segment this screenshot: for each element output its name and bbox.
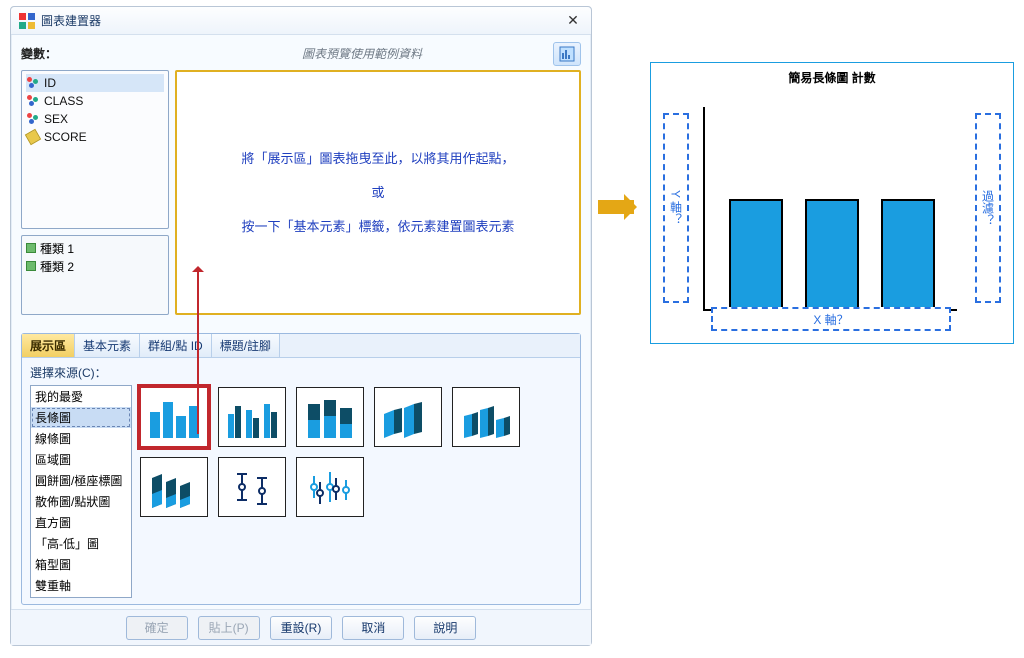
bar-3d-icon <box>380 394 436 440</box>
chart-thumb-clustered-bar[interactable] <box>218 387 286 447</box>
tab-body: 選擇來源(C)： 我的最愛 長條圖 線條圖 區域圖 圓餅圖/極座標圖 散佈圖/點… <box>22 358 580 604</box>
annotation-arrow-up <box>197 270 199 434</box>
paste-button[interactable]: 貼上(P) <box>198 616 260 640</box>
variable-item[interactable]: ID <box>26 74 164 92</box>
chart-type-item[interactable]: 線條圖 <box>31 428 131 449</box>
titlebar: 圖表建置器 ✕ <box>11 7 591 35</box>
dialog-button-row: 確定 貼上(P) 重設(R) 取消 說明 <box>11 609 591 645</box>
chart-thumb-3d-stacked[interactable] <box>140 457 208 517</box>
ok-button[interactable]: 確定 <box>126 616 188 640</box>
bar-icon <box>146 394 202 440</box>
close-icon[interactable]: ✕ <box>563 12 583 30</box>
scale-icon <box>26 131 40 143</box>
tab-basic-elements[interactable]: 基本元素 <box>75 334 140 357</box>
thumbnail-grid <box>140 385 572 598</box>
nominal-icon <box>26 113 40 125</box>
error-bar-icon <box>224 464 280 510</box>
chart-canvas-dropzone[interactable]: 將「展示區」圖表拖曳至此，以將其用作起點， 或 按一下「基本元素」標籤，依元素建… <box>175 70 581 315</box>
reset-button[interactable]: 重設(R) <box>270 616 333 640</box>
chart-type-list[interactable]: 我的最愛 長條圖 線條圖 區域圖 圓餅圖/極座標圖 散佈圖/點狀圖 直方圖 「高… <box>30 385 132 598</box>
category-item[interactable]: 種類 1 <box>26 239 164 257</box>
variable-list[interactable]: ID CLASS SEX SCORE <box>21 70 169 229</box>
tab-strip: 展示區 基本元素 群組/點 ID 標題/註腳 <box>22 334 580 358</box>
nominal-icon <box>26 77 40 89</box>
canvas-hint-line: 或 <box>371 176 384 210</box>
error-bar-grouped-icon <box>302 464 358 510</box>
plot-area <box>703 107 957 311</box>
variable-name: SCORE <box>44 130 87 144</box>
chart-type-item[interactable]: 雙重軸 <box>31 575 131 596</box>
preview-bar <box>805 199 859 309</box>
variable-item[interactable]: CLASS <box>26 92 164 110</box>
category-label: 種類 1 <box>40 240 74 257</box>
category-item[interactable]: 種類 2 <box>26 257 164 275</box>
chart-type-item[interactable]: 箱型圖 <box>31 554 131 575</box>
y-axis-dropzone[interactable]: Y 軸？ <box>663 113 689 303</box>
chart-type-item[interactable]: 圓餅圖/極座標圖 <box>31 470 131 491</box>
gallery-panel: 展示區 基本元素 群組/點 ID 標題/註腳 選擇來源(C)： 我的最愛 長條圖… <box>21 333 581 605</box>
chart-type-item[interactable]: 直方圖 <box>31 512 131 533</box>
chart-thumb-3d-clustered[interactable] <box>452 387 520 447</box>
variable-name: SEX <box>44 112 68 126</box>
stacked-bar-icon <box>302 394 358 440</box>
category-list[interactable]: 種類 1 種類 2 <box>21 235 169 315</box>
annotation-arrow-right <box>598 200 634 214</box>
preview-bar <box>881 199 935 309</box>
chart-type-item[interactable]: 我的最愛 <box>31 386 131 407</box>
category-label: 種類 2 <box>40 258 74 275</box>
variable-item[interactable]: SCORE <box>26 128 164 146</box>
toggle-preview-button[interactable] <box>553 42 581 66</box>
preview-bar <box>729 199 783 309</box>
chart-type-item[interactable]: 長條圖 <box>31 407 131 428</box>
canvas-hint-line: 按一下「基本元素」標籤，依元素建置圖表元素 <box>241 210 514 244</box>
chart-thumb-3d-bar[interactable] <box>374 387 442 447</box>
x-axis-dropzone[interactable]: X 軸？ <box>711 307 951 331</box>
bar-3d-stacked-icon <box>146 464 202 510</box>
chart-thumb-error-bar-2[interactable] <box>296 457 364 517</box>
tab-groups-point-id[interactable]: 群組/點 ID <box>140 334 212 357</box>
chart-builder-dialog: 圖表建置器 ✕ 變數： 圖表預覽使用範例資料 ID <box>10 6 592 646</box>
choose-from-label: 選擇來源(C)： <box>30 364 572 381</box>
filter-dropzone[interactable]: 過濾？ <box>975 113 1001 303</box>
bar-3d-clustered-icon <box>458 394 514 440</box>
tab-gallery[interactable]: 展示區 <box>22 334 75 357</box>
left-column: ID CLASS SEX SCORE <box>21 70 169 315</box>
tab-titles-footnotes[interactable]: 標題/註腳 <box>212 334 280 357</box>
chart-thumb-stacked-bar[interactable] <box>296 387 364 447</box>
chart-type-item[interactable]: 區域圖 <box>31 449 131 470</box>
upper-grid: ID CLASS SEX SCORE <box>21 70 581 315</box>
preview-hint: 圖表預覽使用範例資料 <box>171 45 553 62</box>
app-icon <box>19 13 35 29</box>
category-icon <box>26 261 36 271</box>
dialog-body: 變數： 圖表預覽使用範例資料 ID <box>11 35 591 609</box>
chart-thumb-error-bar-1[interactable] <box>218 457 286 517</box>
chart-type-item[interactable]: 散佈圖/點狀圖 <box>31 491 131 512</box>
variable-name: CLASS <box>44 94 83 108</box>
cancel-button[interactable]: 取消 <box>342 616 404 640</box>
nominal-icon <box>26 95 40 107</box>
variable-name: ID <box>44 76 56 90</box>
canvas-hint-line: 將「展示區」圖表拖曳至此，以將其用作起點， <box>241 142 514 176</box>
variables-label: 變數： <box>21 45 171 62</box>
gallery-row: 我的最愛 長條圖 線條圖 區域圖 圓餅圖/極座標圖 散佈圖/點狀圖 直方圖 「高… <box>30 385 572 598</box>
chart-toggle-icon <box>559 46 575 62</box>
window-title: 圖表建置器 <box>41 12 563 29</box>
header-row: 變數： 圖表預覽使用範例資料 <box>21 41 581 66</box>
clustered-bar-icon <box>224 394 280 440</box>
result-title: 簡易長條圖 計數 <box>651 63 1013 92</box>
result-preview: 簡易長條圖 計數 Y 軸？ 過濾？ X 軸？ <box>650 62 1014 344</box>
variable-item[interactable]: SEX <box>26 110 164 128</box>
category-icon <box>26 243 36 253</box>
help-button[interactable]: 說明 <box>414 616 476 640</box>
chart-type-item[interactable]: 「高-低」圖 <box>31 533 131 554</box>
